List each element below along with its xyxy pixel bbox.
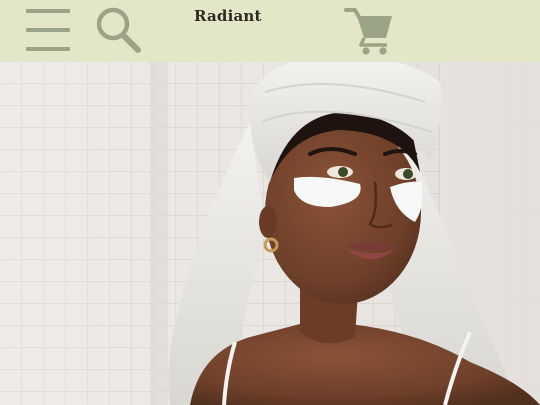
- woman-skincare-photo: [0, 62, 540, 405]
- shopping-cart-icon: [344, 8, 392, 55]
- hamburger-menu-icon: [26, 9, 70, 51]
- hero-image: [0, 62, 540, 405]
- site-header: Radiant: [0, 0, 540, 62]
- menu-button[interactable]: [24, 6, 72, 54]
- search-icon: [96, 7, 141, 53]
- search-button[interactable]: [94, 4, 144, 56]
- cart-button[interactable]: [344, 5, 396, 57]
- brand-logo[interactable]: Radiant: [194, 7, 262, 25]
